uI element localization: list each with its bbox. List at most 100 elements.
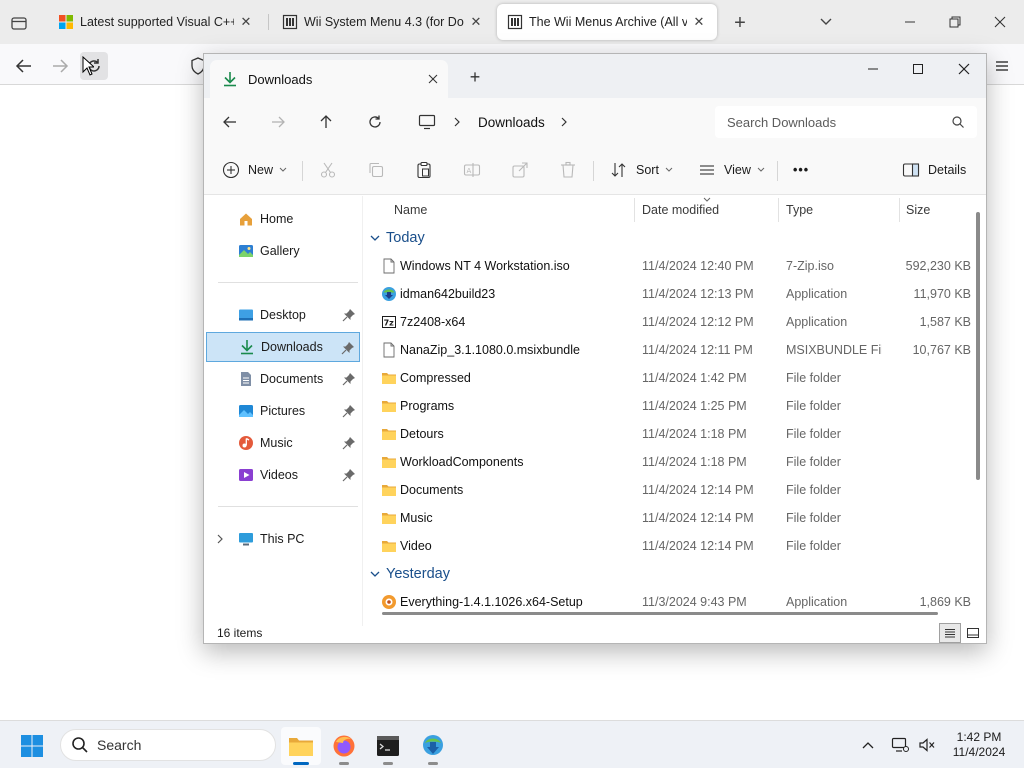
share-button[interactable] [511,157,529,183]
back-icon[interactable] [216,108,244,136]
vertical-scrollbar[interactable] [976,212,980,480]
taskbar-search-input[interactable]: Search [60,729,276,761]
file-row[interactable]: idman642build23 11/4/2024 12:13 PM Applica… [364,280,974,308]
file-row[interactable]: Detours 11/4/2024 1:18 PM File folder [364,420,974,448]
search-icon [952,116,964,128]
nav-item-home[interactable]: Home [206,204,360,234]
chevron-right-icon[interactable] [216,534,224,544]
file-explorer-app-icon[interactable] [281,727,321,765]
explorer-tab-downloads[interactable]: Downloads [210,60,448,98]
up-icon[interactable] [312,108,340,136]
nav-item-downloads[interactable]: Downloads [206,332,360,362]
address-bar[interactable]: Downloads [408,106,708,138]
back-icon[interactable] [10,52,38,80]
cut-button[interactable] [319,157,337,183]
sort-label: Sort [636,163,659,177]
chevron-right-icon[interactable] [559,117,569,127]
close-icon[interactable] [985,8,1015,36]
tab-list-icon[interactable] [8,12,30,34]
close-tab-icon[interactable]: ✕ [468,14,484,30]
file-row[interactable]: Music 11/4/2024 12:14 PM File folder [364,504,974,532]
close-icon[interactable] [941,54,987,84]
forward-icon[interactable] [264,108,292,136]
command-bar: New A Sort View ••• Details [204,146,986,195]
column-divider[interactable] [778,198,779,222]
nav-item-this-pc[interactable]: This PC [206,524,360,554]
breadcrumb-item[interactable]: Downloads [478,115,545,130]
nav-item-pictures[interactable]: Pictures [206,396,360,426]
minimize-icon[interactable] [895,8,925,36]
pin-icon[interactable] [342,468,356,482]
group-header[interactable]: Yesterday [370,562,450,586]
search-input[interactable]: Search Downloads [715,106,977,138]
file-row[interactable]: Video 11/4/2024 12:14 PM File folder [364,532,974,560]
copy-icon [369,162,384,178]
download-manager-app-icon[interactable] [413,727,453,765]
pin-icon[interactable] [342,372,356,386]
file-row[interactable]: Programs 11/4/2024 1:25 PM File folder [364,392,974,420]
maximize-icon[interactable] [895,54,941,84]
new-tab-icon[interactable]: + [464,66,486,88]
file-row[interactable]: Compressed 11/4/2024 1:42 PM File folder [364,364,974,392]
nav-item-videos[interactable]: Videos [206,460,360,490]
network-icon[interactable] [890,735,910,755]
file-row[interactable]: Windows NT 4 Workstation.iso 11/4/2024 12… [364,252,974,280]
terminal-app-icon[interactable] [368,727,408,765]
refresh-icon[interactable] [361,108,389,136]
sort-button[interactable]: Sort [610,157,673,183]
system-clock[interactable]: 1:42 PM 11/4/2024 [944,730,1014,760]
pin-icon[interactable] [342,404,356,418]
file-row[interactable]: Documents 11/4/2024 12:14 PM File folder [364,476,974,504]
file-row[interactable]: NanaZip_3.1.1080.0.msixbundle 11/4/2024 1… [364,336,974,364]
column-header-type[interactable]: Type [786,196,813,224]
volume-muted-icon[interactable] [917,735,937,755]
close-tab-icon[interactable] [420,66,446,92]
more-options-button[interactable]: ••• [793,157,809,183]
windows-start-icon[interactable] [20,734,44,758]
chevron-up-icon[interactable] [858,735,878,755]
chevron-down-icon [665,167,673,172]
column-header-name[interactable]: Name [394,196,427,224]
file-row[interactable]: WorkloadComponents 11/4/2024 1:18 PM File … [364,448,974,476]
paste-button[interactable] [415,157,433,183]
gallery-icon [239,245,253,257]
view-button[interactable]: View [698,157,765,183]
pin-icon[interactable] [342,308,356,322]
firefox-app-icon[interactable] [324,727,364,765]
file-row[interactable]: 7z 7z2408-x64 11/4/2024 12:12 PM Applicatio… [364,308,974,336]
browser-tab[interactable]: Latest supported Visual C++ Re ✕ [48,4,264,40]
column-header-size[interactable]: Size [906,196,930,224]
chevron-down-icon[interactable] [816,12,836,32]
tiles-view-icon[interactable] [962,623,984,643]
file-date-modified: 11/4/2024 12:40 PM [642,259,754,273]
forward-icon[interactable] [46,52,74,80]
sort-descending-icon [703,197,711,202]
nav-item-gallery[interactable]: Gallery [206,236,360,266]
new-tab-icon[interactable]: + [729,12,751,34]
column-divider[interactable] [634,198,635,222]
details-view-icon[interactable] [939,623,961,643]
browser-tab-active[interactable]: The Wii Menus Archive (All vers ✕ [497,4,717,40]
close-tab-icon[interactable]: ✕ [691,14,707,30]
new-button[interactable]: New [222,157,287,183]
chevron-down-icon[interactable] [370,234,380,242]
pin-icon[interactable] [341,341,355,355]
chevron-down-icon[interactable] [370,570,380,578]
minimize-icon[interactable] [850,54,896,84]
close-tab-icon[interactable]: ✕ [238,14,254,30]
horizontal-scrollbar[interactable] [382,612,938,615]
pin-icon[interactable] [342,436,356,450]
restore-icon[interactable] [940,8,970,36]
column-divider[interactable] [899,198,900,222]
nav-item-documents[interactable]: Documents [206,364,360,394]
copy-button[interactable] [367,157,385,183]
browser-tab[interactable]: Wii System Menu 4.3 (for Dolph ✕ [272,4,494,40]
nav-item-desktop[interactable]: Desktop [206,300,360,330]
browser-tab-title: Wii System Menu 4.3 (for Dolph [304,15,464,29]
menu-icon[interactable] [988,52,1016,80]
group-header[interactable]: Today [370,226,425,250]
details-pane-button[interactable]: Details [902,157,966,183]
rename-button[interactable]: A [463,157,481,183]
nav-item-music[interactable]: Music [206,428,360,458]
delete-button[interactable] [559,157,577,183]
